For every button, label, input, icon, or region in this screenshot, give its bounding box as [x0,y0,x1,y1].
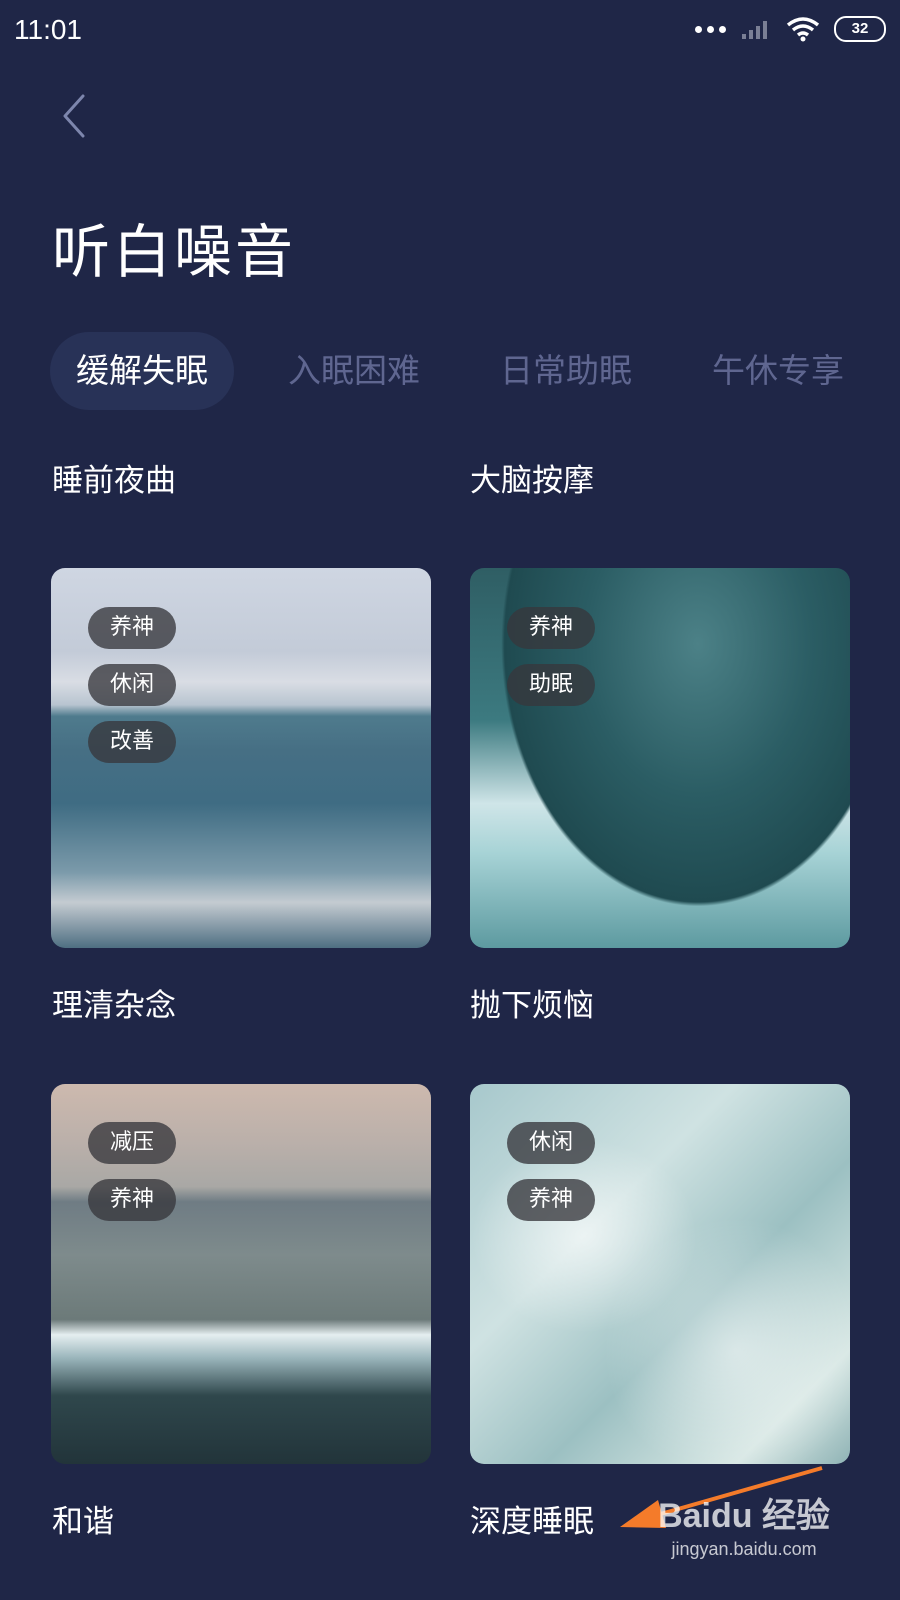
tab-relieve-insomnia[interactable]: 缓解失眠 [50,332,234,410]
card-title[interactable]: 大脑按摩 [470,455,594,500]
card-title[interactable]: 和谐 [52,1496,114,1541]
page-title: 听白噪音 [52,218,297,286]
back-button[interactable] [50,92,98,140]
tag: 养神 [88,1179,177,1221]
sound-card-shower[interactable]: 养神 助眠 [470,568,850,948]
card-title[interactable]: 睡前夜曲 [52,455,176,500]
watermark-url: jingyan.baidu.com [671,1539,817,1559]
status-icons: 32 [695,16,886,42]
more-dots-icon [695,25,726,33]
tab-daily-sleep-aid[interactable]: 日常助眠 [474,332,658,410]
tag: 养神 [88,607,177,649]
sound-card-waves[interactable]: 减压 养神 [51,1084,431,1464]
status-bar: 11:01 32 [0,0,900,64]
tab-nap[interactable]: 午休专享 [686,332,870,410]
card-title[interactable]: 理清杂念 [52,980,176,1025]
tag: 养神 [507,607,596,649]
status-time: 11:01 [14,14,82,45]
tag: 助眠 [507,664,596,706]
watermark: Baidu 经验 jingyan.baidu.com [658,1488,830,1560]
category-tabs: 缓解失眠 入眠困难 日常助眠 午休专享 [50,332,900,410]
card-title[interactable]: 抛下烦恼 [470,980,594,1025]
tag: 改善 [88,721,177,763]
watermark-brand: Baidu 经验 [658,1497,830,1535]
tag: 养神 [507,1179,596,1221]
card-title[interactable]: 深度睡眠 [470,1496,594,1541]
tab-difficulty-falling-asleep[interactable]: 入眠困难 [262,332,446,410]
tag: 休闲 [88,664,177,706]
sound-card-water[interactable]: 休闲 养神 [470,1084,850,1464]
tag: 减压 [88,1122,177,1164]
battery-indicator: 32 [834,16,886,42]
signal-icon [742,21,767,39]
tag: 休闲 [507,1122,596,1164]
sound-card-ocean[interactable]: 养神 休闲 改善 [51,568,431,948]
wifi-icon [786,17,820,42]
chevron-left-icon [63,94,85,138]
